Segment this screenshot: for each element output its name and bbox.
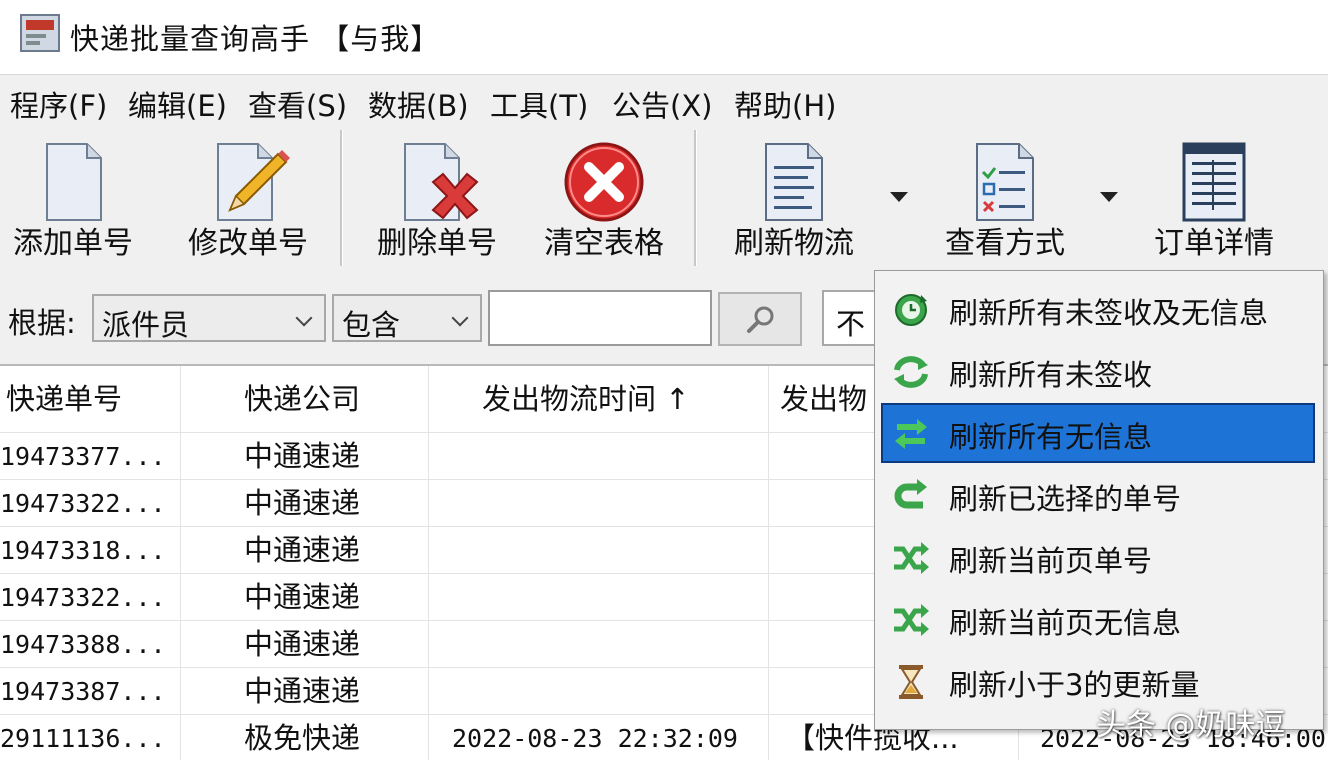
checklist-icon [976,143,1034,221]
courier-cell: 中通速递 [244,674,361,708]
tracking-number-cell: 19473388... [0,630,166,659]
menu-view[interactable]: 查看(S) [246,83,349,125]
menu-notice[interactable]: 公告(X) [610,83,715,125]
view-mode-label: 查看方式 [945,226,1065,261]
chevron-down-icon [295,309,313,327]
document-icon [46,143,102,221]
refresh-logistics-button[interactable]: 刷新物流 [726,124,862,269]
column-header-send-time[interactable]: 发出物流时间 ↑ [482,366,762,432]
courier-cell: 极免快递 [244,721,361,755]
menu-help[interactable]: 帮助(H) [732,83,838,125]
clear-circle-icon [564,142,644,222]
toolbar-separator [340,130,343,266]
menu-item-refresh-unsigned[interactable]: 刷新所有未签收 [881,341,1315,401]
menu-item-refresh-current-page[interactable]: 刷新当前页单号 [881,527,1315,587]
menu-item-label: 刷新所有无信息 [949,420,1153,454]
shuffle-icon [894,542,929,574]
menu-data[interactable]: 数据(B) [366,83,471,125]
refresh-dropdown-menu: 刷新所有未签收及无信息 刷新所有未签收 刷新所有无信息 刷新已选择的单号 刷新当… [874,270,1324,730]
clear-table-button[interactable]: 清空表格 [536,124,672,269]
menu-item-label: 刷新已选择的单号 [949,482,1182,516]
search-input[interactable] [488,290,712,346]
tracking-number-cell: 19473387... [0,677,166,706]
title-bar: 快递批量查询高手 【与我】 [0,0,1328,74]
menu-item-refresh-current-page-noinfo[interactable]: 刷新当前页无信息 [881,589,1315,649]
filter-label: 根据: [8,306,76,340]
form-icon [1182,142,1246,222]
refresh-swap-icon [895,419,927,449]
refresh-logistics-label: 刷新物流 [734,226,854,261]
document-pencil-icon [217,143,290,221]
menu-item-label: 刷新当前页单号 [949,544,1153,578]
menu-edit[interactable]: 编辑(E) [126,83,229,125]
tracking-number-cell: 19473318... [0,536,166,565]
app-icon [20,14,60,52]
operator-select-value: 包含 [342,308,401,342]
clear-table-label: 清空表格 [544,226,664,261]
order-detail-button[interactable]: 订单详情 [1146,124,1282,269]
column-header-send-info[interactable]: 发出物 [780,366,876,432]
add-number-button[interactable]: 添加单号 [4,124,142,269]
courier-cell: 中通速递 [244,580,361,614]
refresh-loop-icon [894,479,927,509]
field-select-value: 派件员 [102,308,190,342]
courier-cell: 中通速递 [244,439,361,473]
column-header-courier[interactable]: 快递公司 [244,366,424,432]
refresh-clock-icon [895,294,927,326]
column-header-tracking-number[interactable]: 快递单号 [6,366,178,432]
courier-cell: 中通速递 [244,627,361,661]
menu-bar: 程序(F) 编辑(E) 查看(S) 数据(B) 工具(T) 公告(X) 帮助(H… [0,74,1328,125]
menu-item-refresh-selected[interactable]: 刷新已选择的单号 [881,465,1315,525]
edit-number-button[interactable]: 修改单号 [176,124,320,269]
refresh-dropdown-arrow[interactable] [890,192,908,202]
edit-number-label: 修改单号 [188,226,308,261]
menu-item-label: 刷新所有未签收及无信息 [949,296,1269,330]
toolbar: 添加单号 修改单号 删除单号 清空表格 刷新物流 查看方式 订单详情 [0,124,1328,276]
menu-item-label: 刷新小于3的更新量 [949,668,1200,702]
operator-select[interactable]: 包含 [332,294,482,342]
search-icon [747,306,774,333]
shuffle-icon [894,604,929,636]
courier-cell: 中通速递 [244,486,361,520]
status-select-value: 不 [836,307,866,341]
view-mode-button[interactable]: 查看方式 [936,124,1074,269]
order-detail-label: 订单详情 [1154,226,1274,261]
menu-item-label: 刷新当前页无信息 [949,606,1182,640]
search-button[interactable] [718,292,802,346]
tracking-number-cell: 19473377... [0,442,166,471]
add-number-label: 添加单号 [13,226,133,261]
tracking-number-cell: 29111136... [0,724,166,753]
refresh-arrows-icon [894,356,928,388]
menu-item-label: 刷新所有未签收 [949,358,1153,392]
courier-cell: 中通速递 [244,533,361,567]
document-delete-icon [404,143,479,221]
status-select[interactable]: 不 [822,290,882,346]
toolbar-separator [694,130,697,266]
tracking-number-cell: 19473322... [0,583,166,612]
menu-program[interactable]: 程序(F) [8,83,109,125]
menu-tools[interactable]: 工具(T) [488,83,590,125]
watermark: 头条 @奶味逗 [1096,708,1286,743]
tracking-number-cell: 19473322... [0,489,166,518]
field-select[interactable]: 派件员 [92,294,326,342]
window-title: 快递批量查询高手 【与我】 [70,22,441,56]
delete-number-button[interactable]: 删除单号 [370,124,504,269]
hourglass-icon [899,665,923,699]
view-dropdown-arrow[interactable] [1100,192,1118,202]
menu-item-refresh-noinfo[interactable]: 刷新所有无信息 [881,403,1315,463]
send-time-cell: 2022-08-23 22:32:09 [452,724,738,753]
delete-number-label: 删除单号 [377,226,497,261]
document-lines-icon [765,143,823,221]
menu-item-refresh-unsigned-and-noinfo[interactable]: 刷新所有未签收及无信息 [881,279,1315,339]
chevron-down-icon [451,309,469,327]
